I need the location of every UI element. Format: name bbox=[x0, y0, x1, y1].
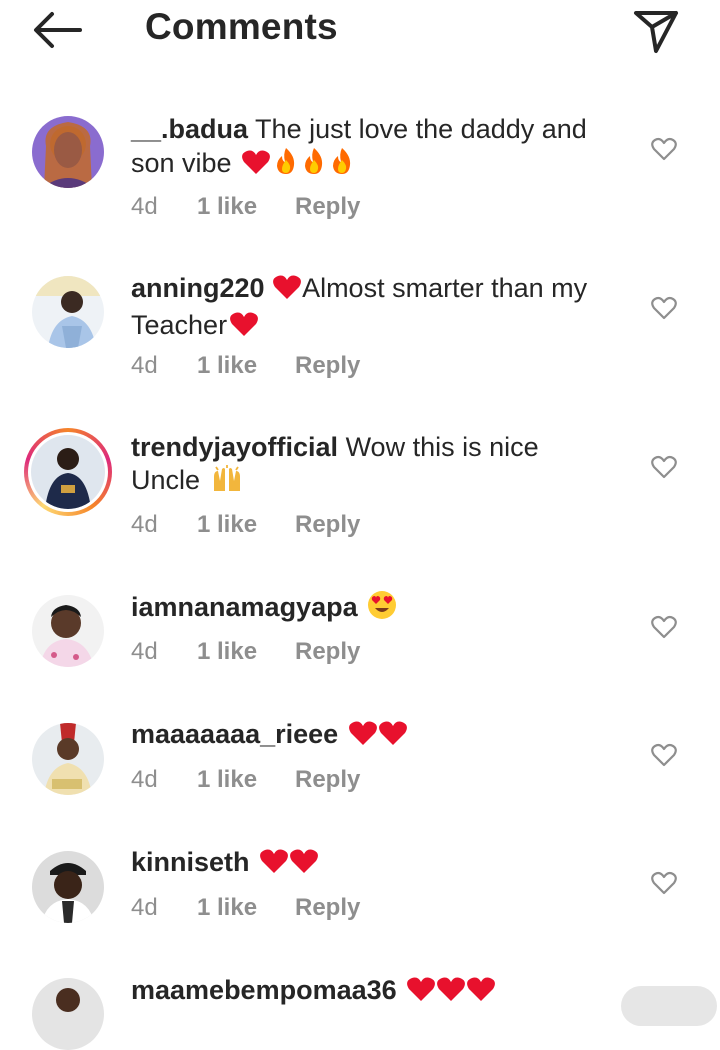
red-heart-icon bbox=[241, 148, 271, 184]
user-photo-icon bbox=[32, 595, 104, 667]
avatar[interactable] bbox=[32, 978, 104, 1050]
user-photo-icon bbox=[32, 116, 104, 188]
avatar[interactable] bbox=[32, 595, 104, 667]
fire-icon bbox=[273, 146, 299, 184]
likes-count[interactable]: 1 like bbox=[197, 638, 257, 666]
like-button[interactable] bbox=[651, 455, 677, 479]
story-ring bbox=[28, 432, 108, 512]
likes-count[interactable]: 1 like bbox=[197, 511, 257, 539]
red-heart-icon bbox=[406, 975, 436, 1011]
comment-body: trendyjayofficial Wow this is nice Uncle bbox=[131, 431, 611, 501]
like-button[interactable] bbox=[651, 743, 677, 767]
user-photo-icon bbox=[31, 435, 105, 509]
user-photo-icon bbox=[32, 276, 104, 348]
comment-time: 4d bbox=[131, 766, 158, 793]
comment-time: 4d bbox=[131, 638, 158, 665]
comment-username[interactable]: iamnanamagyapa bbox=[131, 592, 358, 622]
heart-eyes-emoji-icon bbox=[367, 590, 397, 628]
comment-body: anning220 Almost smarter than my Teacher bbox=[131, 272, 611, 346]
user-photo-icon bbox=[32, 723, 104, 795]
red-heart-icon bbox=[259, 847, 289, 883]
reply-button[interactable]: Reply bbox=[295, 894, 360, 922]
comment-time: 4d bbox=[131, 193, 158, 220]
comment-username[interactable]: anning220 bbox=[131, 273, 265, 303]
avatar-story-ring[interactable] bbox=[24, 428, 112, 516]
comment-body: maamebempomaa36 bbox=[131, 974, 611, 1011]
red-heart-icon bbox=[378, 719, 408, 755]
reply-button[interactable]: Reply bbox=[295, 193, 360, 221]
avatar[interactable] bbox=[32, 723, 104, 795]
comment-username[interactable]: kinniseth bbox=[131, 847, 250, 877]
comment-username[interactable]: __.badua bbox=[131, 114, 248, 144]
user-photo-icon bbox=[32, 978, 104, 1050]
share-button[interactable] bbox=[628, 5, 684, 55]
red-heart-icon bbox=[466, 975, 496, 1011]
avatar bbox=[31, 435, 105, 509]
red-heart-icon bbox=[229, 310, 259, 346]
comment-body: maaaaaaa_rieee bbox=[131, 718, 611, 755]
fire-icon bbox=[329, 146, 355, 184]
red-heart-icon bbox=[289, 847, 319, 883]
comment-time: 4d bbox=[131, 352, 158, 379]
page-title: Comments bbox=[145, 6, 338, 47]
red-heart-icon bbox=[348, 719, 378, 755]
heart-outline-icon bbox=[651, 871, 677, 895]
likes-count[interactable]: 1 like bbox=[197, 766, 257, 794]
avatar[interactable] bbox=[32, 851, 104, 923]
likes-count[interactable]: 1 like bbox=[197, 193, 257, 221]
like-button[interactable] bbox=[651, 615, 677, 639]
comment-body: __.badua The just love the daddy and son… bbox=[131, 113, 611, 184]
fire-icon bbox=[301, 146, 327, 184]
reply-button[interactable]: Reply bbox=[295, 352, 360, 380]
likes-count[interactable]: 1 like bbox=[197, 894, 257, 922]
reply-button[interactable]: Reply bbox=[295, 511, 360, 539]
like-button[interactable] bbox=[651, 871, 677, 895]
heart-outline-icon bbox=[651, 455, 677, 479]
comment-username[interactable]: maaaaaaa_rieee bbox=[131, 719, 338, 749]
back-button[interactable] bbox=[30, 8, 84, 52]
red-heart-icon bbox=[436, 975, 466, 1011]
comment-body: kinniseth bbox=[131, 846, 611, 883]
comment-time: 4d bbox=[131, 511, 158, 538]
comment-time: 4d bbox=[131, 894, 158, 921]
reply-button[interactable]: Reply bbox=[295, 638, 360, 666]
user-photo-icon bbox=[32, 851, 104, 923]
heart-outline-icon bbox=[651, 743, 677, 767]
scroll-indicator[interactable] bbox=[621, 986, 717, 1026]
direct-message-icon bbox=[634, 11, 678, 53]
like-button[interactable] bbox=[651, 137, 677, 161]
like-button[interactable] bbox=[651, 296, 677, 320]
avatar[interactable] bbox=[32, 276, 104, 348]
heart-outline-icon bbox=[651, 615, 677, 639]
heart-outline-icon bbox=[651, 296, 677, 320]
heart-outline-icon bbox=[651, 137, 677, 161]
raising-hands-icon bbox=[210, 465, 244, 501]
comment-body: iamnanamagyapa bbox=[131, 590, 611, 628]
comment-username[interactable]: maamebempomaa36 bbox=[131, 975, 397, 1005]
avatar[interactable] bbox=[32, 116, 104, 188]
red-heart-icon bbox=[272, 273, 302, 309]
comment-username[interactable]: trendyjayofficial bbox=[131, 432, 338, 462]
likes-count[interactable]: 1 like bbox=[197, 352, 257, 380]
reply-button[interactable]: Reply bbox=[295, 766, 360, 794]
back-arrow-icon bbox=[34, 12, 82, 48]
comments-header: Comments bbox=[0, 0, 720, 60]
